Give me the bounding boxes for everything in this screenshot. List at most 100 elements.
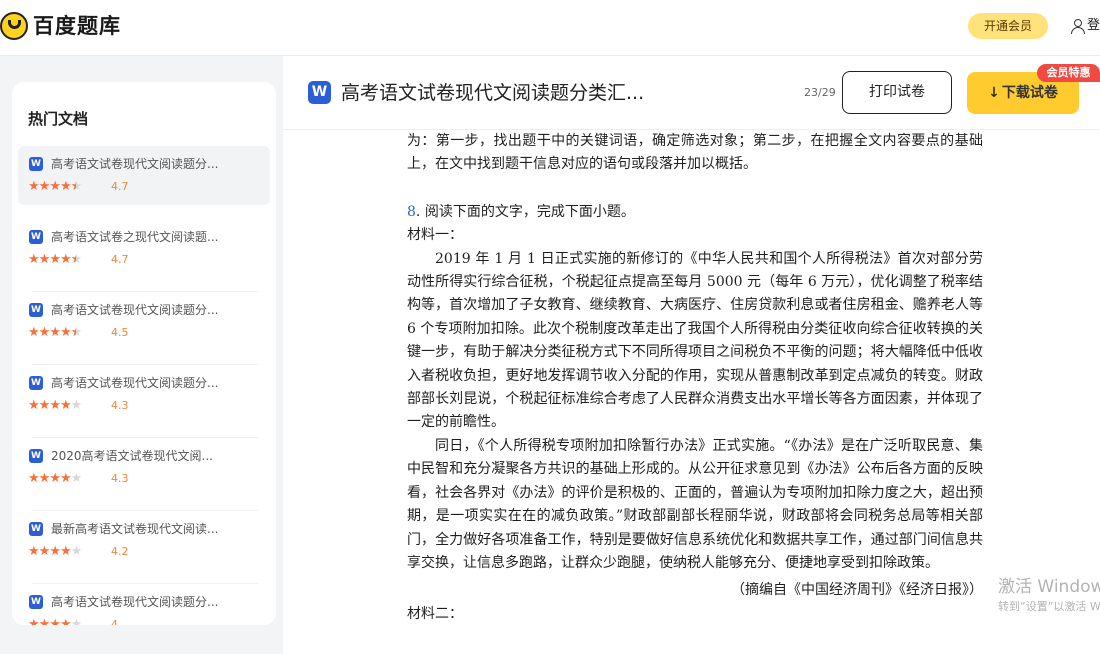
material-label: 材料一： [407, 227, 463, 244]
hot-docs-sidebar: 热门文档 W 高考语文试卷现代文阅读题分... ★★★★★ 4.7 W 高考语文… [12, 82, 276, 625]
star-filled-icon: ★ [28, 252, 40, 267]
watermark-subtitle: 转到“设置”以激活 Windows。 [998, 600, 1100, 613]
word-doc-icon: W [308, 81, 331, 104]
rating-stars: ★★★★★ [28, 325, 83, 340]
hot-doc-title: 高考语文试卷现代文阅读题分... [51, 303, 219, 317]
sidebar-title: 热门文档 [28, 110, 89, 128]
star-empty-icon: ★ [70, 398, 83, 413]
top-bar: 百度题库 开通会员 登录 [0, 0, 1100, 56]
rating-value: 4.7 [111, 253, 129, 266]
watermark-title: 激活 Windows [998, 577, 1100, 597]
rating-value: 4.5 [111, 326, 129, 339]
rating-value: 4.7 [111, 180, 129, 193]
document-header: W 高考语文试卷现代文阅读题分类汇... 23/29 打印试卷 ↓ 下载试卷 会员… [283, 56, 1100, 130]
star-filled-icon: ★ [28, 325, 40, 340]
star-filled-icon: ★ [38, 617, 51, 625]
rating-stars: ★★★★★ [28, 471, 83, 486]
baidu-logo-icon[interactable] [0, 12, 28, 40]
hot-doc-item[interactable]: W 高考语文试卷之现代文阅读题... ★★★★★ 4.7 [18, 219, 270, 292]
hot-doc-title: 高考语文试卷现代文阅读题分... [51, 376, 219, 390]
star-filled-icon: ★ [49, 325, 61, 340]
rating-stars: ★★★★★ [28, 179, 83, 194]
star-half-icon: ★ [70, 252, 83, 267]
star-filled-icon: ★ [28, 544, 40, 559]
source-citation: （摘编自《中国经济周刊》《经济日报》） [731, 582, 983, 599]
star-filled-icon: ★ [49, 179, 61, 194]
rating-stars: ★★★★★ [28, 617, 83, 625]
material-label: 材料二： [407, 605, 463, 622]
star-filled-icon: ★ [49, 544, 61, 559]
star-filled-icon: ★ [59, 398, 72, 413]
star-filled-icon: ★ [49, 471, 61, 486]
question-text: . 阅读下面的文字，完成下面小题。 [415, 203, 635, 220]
document-viewer[interactable]: 为：第一步，找出题干中的关键词语，确定筛选对象；第二步，在把握全文内容要点的基础… [283, 130, 1100, 654]
page-indicator: 23/29 [804, 86, 836, 99]
rating-stars: ★★★★★ [28, 544, 83, 559]
document-title: 高考语文试卷现代文阅读题分类汇... [341, 82, 645, 104]
hot-doc-title: 高考语文试卷现代文阅读题分... [51, 157, 219, 171]
star-half-icon: ★ [70, 325, 83, 340]
hot-doc-item[interactable]: W 高考语文试卷现代文阅读题分... ★★★★★ 4.5 [18, 292, 270, 365]
star-filled-icon: ★ [38, 252, 51, 267]
hot-doc-item[interactable]: W 最新高考语文试卷现代文阅读... ★★★★★ 4.2 [18, 511, 270, 584]
star-empty-icon: ★ [70, 617, 83, 625]
logo-text[interactable]: 百度题库 [33, 12, 121, 40]
star-filled-icon: ★ [59, 252, 72, 267]
print-paper-button[interactable]: 打印试卷 [842, 71, 952, 114]
star-filled-icon: ★ [28, 398, 40, 413]
hot-doc-item[interactable]: W 2020高考语文试卷现代文阅... ★★★★★ 4.3 [18, 438, 270, 511]
word-doc-icon: W [29, 230, 43, 244]
paragraph: 为：第一步，找出题干中的关键词语，确定筛选对象；第二步，在把握全文内容要点的基础… [407, 133, 983, 173]
star-filled-icon: ★ [59, 179, 72, 194]
star-filled-icon: ★ [38, 398, 51, 413]
question-number: 8 [407, 203, 416, 220]
download-arrow-icon: ↓ [988, 85, 1000, 101]
paragraph: 2019 年 1 月 1 日正式实施的新修订的《中华人民共和国个人所得税法》首次… [407, 250, 983, 431]
hot-doc-title: 高考语文试卷之现代文阅读题... [51, 230, 219, 244]
hot-doc-title: 最新高考语文试卷现代文阅读... [51, 522, 219, 536]
rating-stars: ★★★★★ [28, 252, 83, 267]
star-empty-icon: ★ [70, 471, 83, 486]
windows-activation-watermark: 激活 Windows 转到“设置”以激活 Windows。 [998, 576, 1100, 616]
star-filled-icon: ★ [38, 325, 51, 340]
word-doc-icon: W [29, 157, 43, 171]
star-filled-icon: ★ [38, 544, 51, 559]
hot-doc-item[interactable]: W 高考语文试卷现代文阅读题分... ★★★★★ 4.3 [18, 365, 270, 438]
star-filled-icon: ★ [28, 471, 40, 486]
rating-value: 4.2 [111, 545, 129, 558]
hot-docs-list: W 高考语文试卷现代文阅读题分... ★★★★★ 4.7 W 高考语文试卷之现代… [18, 146, 270, 625]
word-doc-icon: W [29, 303, 43, 317]
member-promo-badge: 会员特惠 [1037, 64, 1100, 82]
star-filled-icon: ★ [28, 617, 40, 625]
word-doc-icon: W [29, 522, 43, 536]
paragraph: 同日，《个人所得税专项附加扣除暂行办法》正式实施。“《办法》是在广泛听取民意、集… [407, 437, 983, 571]
hot-doc-item[interactable]: W 高考语文试卷现代文阅读题分... ★★★★★ 4.7 [18, 146, 270, 205]
rating-value: 4.3 [111, 472, 129, 485]
hot-doc-title: 高考语文试卷现代文阅读题分... [51, 595, 219, 609]
star-filled-icon: ★ [59, 325, 72, 340]
rating-value: 4 [111, 618, 118, 625]
star-half-icon: ★ [70, 179, 83, 194]
star-filled-icon: ★ [59, 617, 72, 625]
user-icon[interactable] [1071, 19, 1085, 34]
rating-value: 4.3 [111, 399, 129, 412]
word-doc-icon: W [29, 449, 43, 463]
rating-stars: ★★★★★ [28, 398, 83, 413]
question-heading: 8. 阅读下面的文字，完成下面小题。 [407, 201, 983, 224]
hot-doc-item[interactable]: W 高考语文试卷现代文阅读题分... ★★★★★ 4 [18, 584, 270, 625]
star-empty-icon: ★ [70, 544, 83, 559]
star-filled-icon: ★ [59, 471, 72, 486]
star-filled-icon: ★ [38, 471, 51, 486]
word-doc-icon: W [29, 376, 43, 390]
star-filled-icon: ★ [38, 179, 51, 194]
word-doc-icon: W [29, 595, 43, 609]
download-label: 下载试卷 [1001, 85, 1058, 101]
document-page: 为：第一步，找出题干中的关键词语，确定筛选对象；第二步，在把握全文内容要点的基础… [407, 130, 983, 626]
login-link[interactable]: 登录 [1087, 16, 1100, 36]
star-filled-icon: ★ [59, 544, 72, 559]
star-filled-icon: ★ [28, 179, 40, 194]
star-filled-icon: ★ [49, 617, 61, 625]
hot-doc-title: 2020高考语文试卷现代文阅... [51, 449, 213, 463]
star-filled-icon: ★ [49, 398, 61, 413]
open-vip-button[interactable]: 开通会员 [968, 13, 1048, 39]
